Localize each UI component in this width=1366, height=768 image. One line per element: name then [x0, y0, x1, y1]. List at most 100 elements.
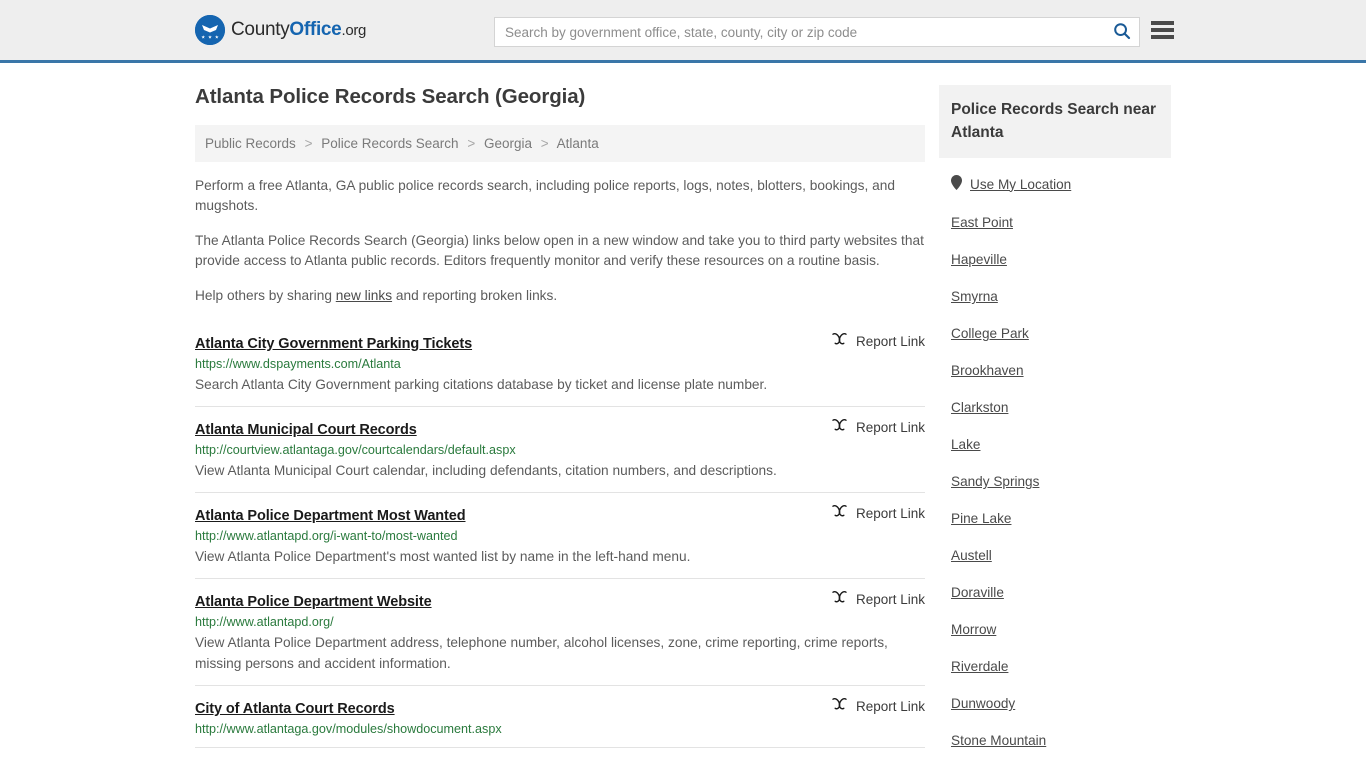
result-item: Atlanta City Government Parking Tickets …: [195, 321, 925, 407]
result-title-link[interactable]: Atlanta Police Department Most Wanted: [195, 508, 466, 524]
result-title-link[interactable]: City of Atlanta Court Records: [195, 701, 395, 717]
results-list: Atlanta City Government Parking Tickets …: [195, 321, 925, 748]
report-link-button[interactable]: Report Link: [831, 417, 925, 437]
sidebar-item-college-park[interactable]: College Park: [939, 315, 1171, 352]
sidebar-link[interactable]: Hapeville: [951, 252, 1007, 267]
broken-link-icon: [831, 417, 848, 437]
result-header: Atlanta Municipal Court Records Report L…: [195, 417, 925, 438]
sidebar-link[interactable]: Dunwoody: [951, 696, 1015, 711]
sidebar-link[interactable]: Riverdale: [951, 659, 1008, 674]
sidebar-item-dunwoody[interactable]: Dunwoody: [939, 685, 1171, 722]
result-url[interactable]: http://courtview.atlantaga.gov/courtcale…: [195, 443, 925, 457]
result-description: View Atlanta Police Department's most wa…: [195, 549, 691, 564]
sidebar-link[interactable]: Lake: [951, 437, 980, 452]
report-link-button[interactable]: Report Link: [831, 589, 925, 609]
broken-link-icon: [831, 696, 848, 716]
breadcrumb-item-public-records[interactable]: Public Records: [205, 136, 296, 151]
main-content: Atlanta Police Records Search (Georgia) …: [195, 63, 925, 759]
report-link-label: Report Link: [855, 698, 925, 714]
site-header: CountyOffice.org: [0, 0, 1366, 63]
result-title-link[interactable]: Atlanta Police Department Website: [195, 594, 432, 610]
breadcrumb-separator: >: [540, 136, 549, 151]
sidebar-link[interactable]: Sandy Springs: [951, 474, 1039, 489]
search-button[interactable]: [1105, 18, 1139, 46]
intro-paragraph-3: Help others by sharing new links and rep…: [195, 286, 925, 306]
result-url[interactable]: http://www.atlantaga.gov/modules/showdoc…: [195, 722, 925, 736]
result-header: Atlanta Police Department Most Wanted Re…: [195, 503, 925, 524]
use-my-location-link[interactable]: Use My Location: [970, 177, 1071, 192]
sidebar-link[interactable]: Brookhaven: [951, 363, 1024, 378]
sidebar-list: Use My Location East Point Hapeville Smy…: [939, 158, 1171, 759]
intro-paragraph-1: Perform a free Atlanta, GA public police…: [195, 178, 895, 213]
site-logo-text: CountyOffice.org: [231, 19, 366, 41]
sidebar-item-brookhaven[interactable]: Brookhaven: [939, 352, 1171, 389]
intro-paragraph-2: The Atlanta Police Records Search (Georg…: [195, 233, 924, 268]
sidebar-link[interactable]: College Park: [951, 326, 1029, 341]
sidebar-item-smyrna[interactable]: Smyrna: [939, 278, 1171, 315]
hamburger-menu-icon[interactable]: [1151, 21, 1174, 39]
result-url[interactable]: http://www.atlantapd.org/i-want-to/most-…: [195, 529, 925, 543]
sidebar-item-pine-lake[interactable]: Pine Lake: [939, 500, 1171, 537]
result-item: Atlanta Municipal Court Records Report L…: [195, 407, 925, 493]
sidebar-link[interactable]: East Point: [951, 215, 1013, 230]
result-item: Atlanta Police Department Most Wanted Re…: [195, 493, 925, 579]
hamburger-bar-3: [1151, 35, 1174, 39]
result-title-link[interactable]: Atlanta Municipal Court Records: [195, 422, 417, 438]
sidebar-link[interactable]: Stone Mountain: [951, 733, 1046, 748]
result-header: City of Atlanta Court Records Report Lin…: [195, 696, 925, 717]
sidebar-item-hapeville[interactable]: Hapeville: [939, 241, 1171, 278]
sidebar-item-east-point[interactable]: East Point: [939, 204, 1171, 241]
eagle-shield-logo-icon: [195, 15, 225, 45]
broken-link-icon: [831, 503, 848, 523]
sidebar-item-lake[interactable]: Lake: [939, 426, 1171, 463]
sidebar-item-morrow[interactable]: Morrow: [939, 611, 1171, 648]
result-url[interactable]: https://www.dspayments.com/Atlanta: [195, 357, 925, 371]
result-description: View Atlanta Municipal Court calendar, i…: [195, 463, 777, 478]
nearby-sidebar: Police Records Search near Atlanta Use M…: [939, 63, 1171, 759]
result-description: Search Atlanta City Government parking c…: [195, 377, 768, 392]
sidebar-item-clarkston[interactable]: Clarkston: [939, 389, 1171, 426]
sidebar-link[interactable]: Doraville: [951, 585, 1004, 600]
report-link-button[interactable]: Report Link: [831, 696, 925, 716]
result-title-link[interactable]: Atlanta City Government Parking Tickets: [195, 336, 472, 352]
report-link-label: Report Link: [855, 505, 925, 521]
map-pin-icon: [951, 175, 962, 193]
breadcrumb-separator: >: [467, 136, 476, 151]
sidebar-link[interactable]: Austell: [951, 548, 992, 563]
breadcrumb-item-atlanta[interactable]: Atlanta: [557, 136, 599, 151]
search-bar[interactable]: [494, 17, 1140, 47]
intro-p3-before: Help others by sharing: [195, 288, 336, 303]
result-item: City of Atlanta Court Records Report Lin…: [195, 686, 925, 748]
breadcrumb-separator: >: [304, 136, 313, 151]
hamburger-bar-2: [1151, 28, 1174, 32]
new-links-link[interactable]: new links: [336, 288, 392, 303]
sidebar-heading: Police Records Search near Atlanta: [939, 85, 1171, 158]
broken-link-icon: [831, 331, 848, 351]
logo-text-county: County: [231, 19, 290, 40]
sidebar-item-riverdale[interactable]: Riverdale: [939, 648, 1171, 685]
report-link-button[interactable]: Report Link: [831, 503, 925, 523]
sidebar-link[interactable]: Pine Lake: [951, 511, 1011, 526]
sidebar-link[interactable]: Morrow: [951, 622, 996, 637]
breadcrumb-item-georgia[interactable]: Georgia: [484, 136, 532, 151]
sidebar-item-stone-mountain[interactable]: Stone Mountain: [939, 722, 1171, 759]
site-logo[interactable]: CountyOffice.org: [195, 15, 366, 45]
report-link-button[interactable]: Report Link: [831, 331, 925, 351]
breadcrumb-item-police-records-search[interactable]: Police Records Search: [321, 136, 458, 151]
sidebar-link[interactable]: Clarkston: [951, 400, 1008, 415]
result-url[interactable]: http://www.atlantapd.org/: [195, 615, 925, 629]
report-link-label: Report Link: [855, 333, 925, 349]
sidebar-item-austell[interactable]: Austell: [939, 537, 1171, 574]
result-header: Atlanta Police Department Website Report…: [195, 589, 925, 610]
sidebar-item-use-my-location[interactable]: Use My Location: [939, 158, 1171, 204]
page-body: Atlanta Police Records Search (Georgia) …: [0, 63, 1366, 759]
sidebar-item-doraville[interactable]: Doraville: [939, 574, 1171, 611]
page-title: Atlanta Police Records Search (Georgia): [195, 85, 586, 108]
sidebar-item-sandy-springs[interactable]: Sandy Springs: [939, 463, 1171, 500]
report-link-label: Report Link: [855, 591, 925, 607]
logo-text-org: .org: [341, 22, 367, 39]
search-input[interactable]: [495, 18, 1105, 46]
sidebar-link[interactable]: Smyrna: [951, 289, 998, 304]
logo-text-office: Office: [289, 19, 342, 40]
intro-section: Perform a free Atlanta, GA public police…: [195, 176, 925, 306]
